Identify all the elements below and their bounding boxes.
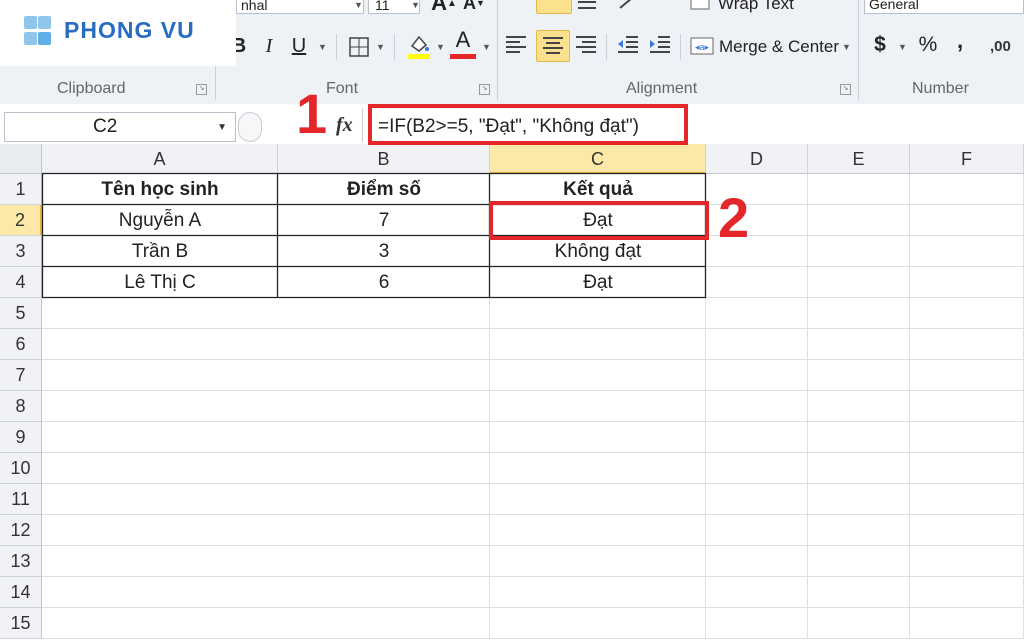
toolbar-separator: [606, 34, 607, 60]
name-box-value: C2: [93, 116, 118, 137]
borders-icon[interactable]: [348, 36, 370, 63]
percent-button[interactable]: %: [916, 32, 940, 58]
group-label-font: Font: [326, 80, 359, 97]
orientation-icon[interactable]: [618, 0, 640, 15]
group-label-clipboard: Clipboard: [57, 80, 126, 97]
chevron-down-icon[interactable]: ▼: [898, 42, 907, 52]
chevron-down-icon[interactable]: ▼: [354, 0, 363, 10]
name-box[interactable]: C2 ▼: [4, 112, 236, 142]
annotation-box-result: [489, 201, 709, 240]
logo-square: [24, 16, 37, 29]
table-cell[interactable]: Lê Thị C: [42, 272, 278, 294]
align-left-icon[interactable]: [504, 34, 528, 61]
formula-separator: [362, 108, 363, 142]
group-separator: [858, 0, 859, 100]
chevron-down-icon[interactable]: ▼: [436, 42, 445, 52]
annotation-step-2: 2: [718, 186, 750, 249]
chevron-down-icon[interactable]: ▼: [482, 42, 491, 52]
wrap-text-button[interactable]: Wrap Text: [718, 0, 794, 14]
clipboard-launcher-icon[interactable]: ↘: [196, 84, 207, 95]
number-format-dropdown[interactable]: General: [864, 0, 1024, 14]
group-label-number: Number: [912, 80, 969, 97]
group-separator: [497, 0, 498, 100]
table-cell[interactable]: Trần B: [42, 241, 278, 263]
font-size-value: 11: [375, 0, 390, 13]
table-header-cell[interactable]: Điểm số: [278, 179, 490, 201]
phongvu-logo: PHONG VU: [0, 0, 236, 66]
align-center-button[interactable]: [536, 30, 570, 62]
alignment-launcher-icon[interactable]: ↘: [840, 84, 851, 95]
shrink-font-icon[interactable]: A ▼: [462, 0, 486, 14]
table-cell[interactable]: 6: [278, 272, 490, 294]
underline-button[interactable]: U: [288, 32, 310, 60]
logo-square: [24, 32, 37, 45]
table-cell[interactable]: 3: [278, 241, 490, 263]
table-cell[interactable]: Không đạt: [490, 241, 706, 263]
currency-button[interactable]: $: [870, 32, 890, 58]
comma-style-button[interactable]: ,: [952, 28, 968, 54]
merge-center-button[interactable]: Merge & Center: [719, 37, 839, 57]
chevron-down-icon[interactable]: ▼: [411, 0, 420, 10]
logo-square: [38, 32, 51, 45]
logo-text: PHONG VU: [64, 17, 195, 43]
table-header-cell[interactable]: Kết quả: [490, 179, 706, 201]
align-right-icon[interactable]: [574, 34, 598, 61]
font-name-value: nhal: [241, 0, 268, 13]
grow-font-icon[interactable]: A ▲: [431, 0, 457, 15]
table-cell[interactable]: Đạt: [490, 272, 706, 294]
align-middle-button[interactable]: [536, 0, 572, 14]
table-header-cell[interactable]: Tên học sinh: [42, 179, 278, 201]
align-bottom-icon[interactable]: [576, 0, 598, 16]
font-color-button[interactable]: A: [450, 27, 476, 52]
merge-center-icon[interactable]: ◂a▸: [690, 36, 714, 61]
insert-function-button[interactable]: fx: [336, 114, 353, 137]
wrap-text-icon[interactable]: [690, 0, 710, 15]
table-cell[interactable]: Nguyễn A: [42, 210, 278, 232]
fill-color-icon[interactable]: [406, 32, 432, 65]
increase-decimal-button[interactable]: ,00: [990, 38, 1011, 55]
italic-button[interactable]: I: [258, 32, 280, 60]
decrease-indent-icon[interactable]: [616, 34, 640, 61]
annotation-step-1: 1: [296, 82, 328, 145]
table-cell[interactable]: 7: [278, 210, 490, 232]
increase-indent-icon[interactable]: [648, 34, 672, 61]
svg-text:◂a▸: ◂a▸: [695, 42, 710, 52]
toolbar-separator: [336, 34, 337, 60]
font-color-swatch: [450, 54, 476, 59]
number-format-value: General: [869, 0, 919, 12]
toolbar-separator: [680, 34, 681, 60]
annotation-box-formula: [368, 104, 688, 145]
font-launcher-icon[interactable]: ↘: [479, 84, 490, 95]
logo-square: [38, 16, 51, 29]
font-name-dropdown[interactable]: nhal: [236, 0, 364, 14]
chevron-down-icon[interactable]: ▼: [217, 122, 227, 133]
chevron-down-icon[interactable]: ▼: [318, 42, 327, 52]
chevron-down-icon[interactable]: ▼: [842, 42, 851, 52]
toolbar-separator: [394, 34, 395, 60]
group-label-alignment: Alignment: [626, 80, 698, 97]
formula-bar-resize-handle[interactable]: [238, 112, 262, 142]
chevron-down-icon[interactable]: ▼: [376, 42, 385, 52]
